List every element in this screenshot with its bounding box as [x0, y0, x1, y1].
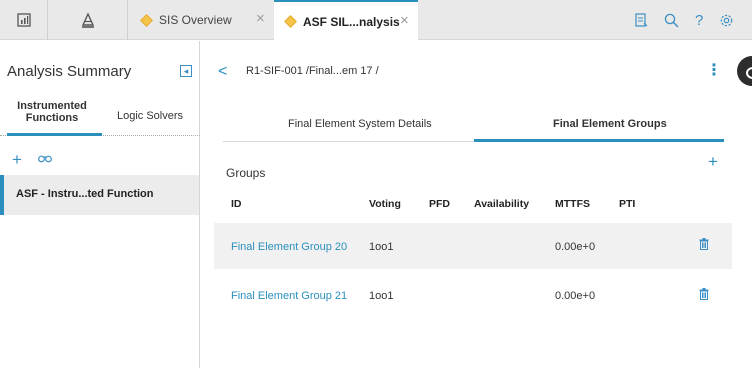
voting-cell: 1oo1	[369, 290, 394, 302]
mttfs-cell: 0.00e+0	[555, 290, 596, 302]
dashboard-icon	[16, 13, 31, 27]
close-icon[interactable]: ×	[256, 10, 265, 27]
tab-final-element-groups[interactable]: Final Element Groups	[553, 118, 667, 130]
mttfs-cell: 0.00e+0	[555, 241, 596, 253]
tab-final-element-system-details[interactable]: Final Element System Details	[288, 118, 432, 130]
sis-diamond-icon	[284, 15, 297, 28]
list-item-label: ASF - Instru...ted Function	[16, 188, 154, 200]
help-icon[interactable]: ?	[695, 12, 703, 29]
back-chevron-icon[interactable]: <	[218, 63, 227, 81]
trash-icon[interactable]	[699, 238, 709, 250]
table-row[interactable]: Final Element Group 21 1oo1 0.00e+0	[214, 272, 732, 318]
tab-sis-overview[interactable]: SIS Overview ×	[128, 0, 274, 40]
table-row[interactable]: Final Element Group 20 1oo1 0.00e+0	[214, 223, 732, 269]
tab-logic-solvers[interactable]: Logic Solvers	[108, 110, 192, 122]
active-subtab-indicator	[474, 139, 724, 142]
search-icon[interactable]	[664, 13, 679, 28]
tab-label: ASF SIL...nalysis	[303, 14, 400, 29]
collapse-panel-icon[interactable]: ◂	[180, 65, 192, 77]
column-header-id[interactable]: ID	[231, 198, 242, 210]
column-header-voting[interactable]: Voting	[369, 198, 401, 210]
close-icon[interactable]: ×	[400, 12, 409, 29]
group-id-link[interactable]: Final Element Group 20	[231, 241, 347, 253]
add-icon[interactable]: +	[12, 150, 22, 169]
dashboard-button[interactable]	[0, 0, 48, 40]
analysis-summary-panel: Analysis Summary ◂ Instrumented Function…	[0, 41, 200, 368]
more-menu-icon[interactable]: ⋮	[706, 60, 722, 80]
column-header-pfd[interactable]: PFD	[429, 198, 450, 210]
column-header-pti[interactable]: PTI	[619, 198, 635, 210]
section-title: Groups	[226, 166, 266, 180]
tab-instrumented-functions[interactable]: Instrumented Functions	[14, 100, 90, 124]
header-tools: ?	[630, 0, 734, 40]
tab-label-line2: Functions	[25, 112, 79, 124]
panel-title: Analysis Summary	[7, 63, 132, 80]
tab-asf-sil-analysis[interactable]: ASF SIL...nalysis ×	[274, 0, 418, 41]
voting-cell: 1oo1	[369, 241, 394, 253]
group-id-link[interactable]: Final Element Group 21	[231, 290, 347, 302]
column-header-mttfs[interactable]: MTTFS	[555, 198, 590, 210]
tab-label: SIS Overview	[159, 13, 232, 27]
add-group-icon[interactable]: +	[708, 152, 718, 172]
column-header-availability[interactable]: Availability	[474, 198, 529, 210]
active-tab-indicator	[7, 133, 102, 136]
breadcrumb: R1-SIF-001 /Final...em 17 /	[246, 65, 379, 77]
panel-actions: +	[12, 150, 52, 170]
sis-diamond-icon	[140, 13, 153, 27]
binoculars-icon[interactable]	[37, 153, 52, 163]
settings-icon[interactable]	[719, 13, 734, 28]
tab-label-line1: Instrumented	[17, 100, 87, 112]
hierarchy-button[interactable]	[48, 0, 128, 40]
top-tab-bar: SIS Overview × ASF SIL...nalysis × ?	[0, 0, 752, 41]
trash-icon[interactable]	[699, 288, 709, 300]
hierarchy-icon	[81, 12, 94, 28]
preview-eye-icon[interactable]	[737, 56, 752, 86]
reports-icon[interactable]	[634, 13, 648, 27]
